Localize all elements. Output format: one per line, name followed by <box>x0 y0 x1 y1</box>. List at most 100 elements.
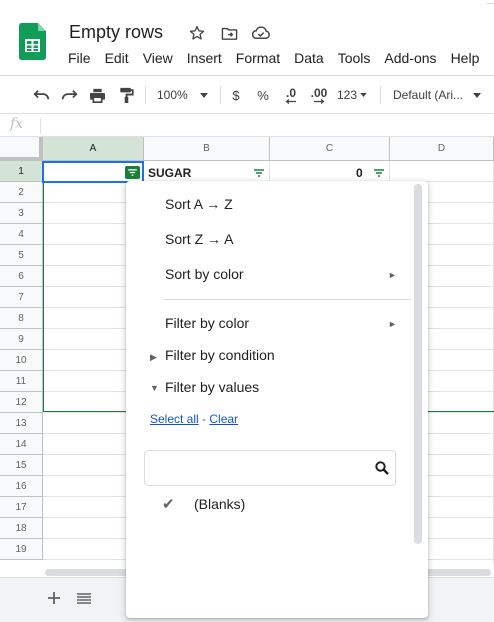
values-search-input[interactable] <box>151 459 367 479</box>
arrow-right-icon <box>314 98 325 104</box>
popup-scrollbar[interactable] <box>414 184 422 544</box>
menu-file[interactable]: File <box>68 50 91 66</box>
filter-button-a-icon[interactable] <box>125 166 140 179</box>
font-dropdown-icon <box>473 93 481 98</box>
formula-separator <box>40 118 41 134</box>
row-header-17[interactable]: 17 <box>0 497 43 518</box>
select-all-link[interactable]: Select all <box>150 412 199 426</box>
sort-z-a-option[interactable]: Sort Z → A <box>165 231 233 247</box>
row-header-10[interactable]: 10 <box>0 350 43 371</box>
sort-by-color-option[interactable]: Sort by color <box>165 266 244 282</box>
filter-value-label: (Blanks) <box>194 496 246 512</box>
filter-button-c-icon[interactable] <box>371 166 386 179</box>
star-icon[interactable] <box>186 24 208 42</box>
cell-c1[interactable]: 0 <box>356 166 363 180</box>
row-header-11[interactable]: 11 <box>0 371 43 392</box>
arrow-left-icon <box>285 98 296 104</box>
menu-divider <box>163 299 411 300</box>
row-header-5[interactable]: 5 <box>0 245 43 266</box>
selection-links: Select all - Clear <box>150 412 238 426</box>
title-actions <box>186 24 272 42</box>
undo-icon[interactable] <box>31 84 51 106</box>
paint-format-icon[interactable] <box>116 84 136 106</box>
submenu-arrow-icon: ► <box>388 319 397 329</box>
cell-b1[interactable]: SUGAR <box>148 166 191 180</box>
column-header-c[interactable]: C <box>270 137 390 161</box>
link-separator: - <box>198 412 210 426</box>
fx-icon: fx <box>10 116 24 132</box>
decrease-decimal-label: .0 <box>285 85 296 100</box>
row-header-6[interactable]: 6 <box>0 266 43 287</box>
redo-icon[interactable] <box>59 84 79 106</box>
currency-format-button[interactable]: $ <box>229 84 243 106</box>
menu-tools[interactable]: Tools <box>338 50 371 66</box>
row-header-9[interactable]: 9 <box>0 329 43 350</box>
submenu-arrow-icon: ► <box>388 270 397 280</box>
filter-range-border <box>43 161 44 412</box>
menu-insert[interactable]: Insert <box>187 50 222 66</box>
row-header-16[interactable]: 16 <box>0 476 43 497</box>
toolbar-separator <box>220 86 221 104</box>
collapse-caret-icon[interactable]: ▼ <box>150 383 159 393</box>
sheets-window: Empty rows File Edit View Insert Format … <box>0 0 494 622</box>
search-icon[interactable] <box>375 461 389 475</box>
menu-format[interactable]: Format <box>236 50 280 66</box>
menu-edit[interactable]: Edit <box>105 50 129 66</box>
sheets-logo-icon[interactable] <box>19 23 46 60</box>
row-header-12[interactable]: 12 <box>0 392 43 413</box>
font-family-select[interactable]: Default (Ari... <box>393 84 485 106</box>
more-formats-label: 123 <box>337 88 358 102</box>
header-edge <box>486 0 494 4</box>
row-header-14[interactable]: 14 <box>0 434 43 455</box>
checkmark-icon[interactable]: ✔ <box>162 495 178 513</box>
column-header-b[interactable]: B <box>144 137 270 161</box>
row-header-8[interactable]: 8 <box>0 308 43 329</box>
formula-bar: fx <box>0 113 494 137</box>
filter-menu-popup: Sort A → Z Sort Z → A Sort by color ► Fi… <box>126 181 428 618</box>
row-header-4[interactable]: 4 <box>0 224 43 245</box>
increase-decimal-label: .00 <box>310 85 328 100</box>
menu-add-ons[interactable]: Add-ons <box>384 50 436 66</box>
column-header-d[interactable]: D <box>390 137 494 161</box>
more-formats-button[interactable]: 123 <box>337 84 369 106</box>
row-header-15[interactable]: 15 <box>0 455 43 476</box>
expand-caret-icon[interactable]: ▶ <box>150 352 157 363</box>
print-icon[interactable] <box>87 84 107 106</box>
row-header-19[interactable]: 19 <box>0 539 43 560</box>
menu-bar: File Edit View Insert Format Data Tools … <box>68 50 493 66</box>
column-header-a[interactable]: A <box>43 137 144 161</box>
row-header-13[interactable]: 13 <box>0 413 43 434</box>
app-header: Empty rows File Edit View Insert Format … <box>0 0 494 74</box>
percent-format-button[interactable]: % <box>256 84 270 106</box>
more-formats-dropdown-icon <box>360 93 367 97</box>
zoom-dropdown-icon <box>200 93 208 98</box>
menu-data[interactable]: Data <box>294 50 324 66</box>
menu-help[interactable]: Help <box>451 50 480 66</box>
filter-by-values-option[interactable]: Filter by values <box>165 379 259 395</box>
row-header-2[interactable]: 2 <box>0 182 43 203</box>
row-header-1[interactable]: 1 <box>0 161 43 182</box>
clear-link[interactable]: Clear <box>209 412 238 426</box>
increase-decimal-button[interactable]: .00 <box>308 84 330 106</box>
document-title[interactable]: Empty rows <box>69 22 163 43</box>
decrease-decimal-button[interactable]: .0 <box>281 84 301 106</box>
filter-by-color-option[interactable]: Filter by color <box>165 315 249 331</box>
select-all-corner[interactable] <box>0 137 43 161</box>
values-search-box[interactable] <box>144 450 396 486</box>
filter-by-condition-option[interactable]: Filter by condition <box>165 347 275 363</box>
move-to-folder-icon[interactable] <box>218 24 240 42</box>
filter-value-blanks[interactable]: ✔ (Blanks) <box>162 495 245 513</box>
sort-a-z-option[interactable]: Sort A → Z <box>165 196 233 212</box>
add-sheet-icon[interactable] <box>44 588 64 608</box>
toolbar-separator <box>380 86 381 104</box>
row-header-3[interactable]: 3 <box>0 203 43 224</box>
zoom-select[interactable]: 100% <box>157 84 213 106</box>
cloud-status-icon[interactable] <box>250 24 272 42</box>
filter-button-b-icon[interactable] <box>251 166 266 179</box>
zoom-value: 100% <box>157 88 188 102</box>
toolbar: 100% $ % .0 .00 123 Default (Ari... <box>0 75 494 113</box>
row-header-18[interactable]: 18 <box>0 518 43 539</box>
all-sheets-menu-icon[interactable] <box>74 590 94 606</box>
menu-view[interactable]: View <box>143 50 173 66</box>
row-header-7[interactable]: 7 <box>0 287 43 308</box>
